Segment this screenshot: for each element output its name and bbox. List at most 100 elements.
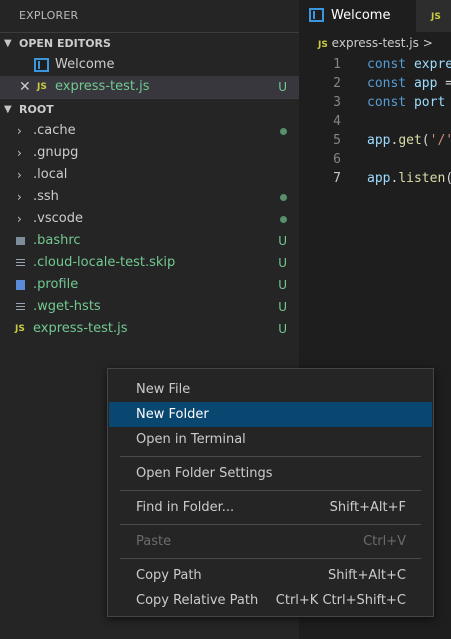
tree-file-cloud-locale-test[interactable]: .cloud-locale-test.skip U [0, 252, 299, 274]
chevron-right-icon: › [17, 168, 22, 182]
git-modified-dot-icon [280, 128, 287, 135]
git-modified-dot-icon [280, 216, 287, 223]
code-text: const port [367, 95, 446, 110]
line-number: 5 [333, 133, 341, 148]
menu-separator [120, 490, 421, 491]
code-line[interactable]: 4 [299, 112, 451, 131]
tree-item-label: .wget-hsts [33, 299, 101, 314]
line-number: 4 [333, 114, 341, 129]
root-folder-header[interactable]: ▼ ROOT [0, 98, 299, 120]
chevron-right-icon: › [17, 146, 22, 160]
menu-item-find-in-folder[interactable]: Find in Folder... Shift+Alt+F [109, 495, 432, 520]
tree-file-wget-hsts[interactable]: .wget-hsts U [0, 296, 299, 318]
root-folder-label: ROOT [19, 103, 54, 116]
breadcrumb-file[interactable]: express-test.js [332, 36, 419, 50]
tree-item-label: .cloud-locale-test.skip [33, 255, 176, 270]
text-file-icon [16, 303, 25, 311]
line-number: 1 [333, 57, 341, 72]
open-editors-label: OPEN EDITORS [19, 37, 111, 50]
menu-item-label: New File [136, 382, 191, 397]
js-icon: JS [318, 40, 328, 50]
code-text: const expre [367, 57, 451, 72]
tab-express-test[interactable]: JS [416, 0, 451, 32]
menu-item-label: Find in Folder... [136, 500, 235, 515]
welcome-icon [309, 8, 324, 22]
git-status-badge: U [278, 234, 287, 248]
code-line[interactable]: 7 app.listen( [299, 169, 451, 188]
line-number: 6 [333, 152, 341, 167]
open-editor-welcome[interactable]: Welcome [0, 54, 299, 76]
tree-file-profile[interactable]: .profile U [0, 274, 299, 296]
code-line[interactable]: 5 app.get('/' [299, 131, 451, 150]
menu-item-label: Open Folder Settings [136, 466, 273, 481]
tree-item-label: .local [33, 167, 68, 182]
code-text: app.listen( [367, 171, 451, 186]
git-status-badge: U [278, 300, 287, 314]
code-text: const app = [367, 76, 451, 91]
menu-item-new-folder[interactable]: New Folder [109, 402, 432, 427]
tree-folder-local[interactable]: › .local [0, 164, 299, 186]
js-icon: JS [431, 12, 441, 22]
context-menu: New File New Folder Open in Terminal Open F… [107, 368, 434, 617]
menu-item-label: Copy Path [136, 568, 202, 583]
git-status-badge: U [278, 256, 287, 270]
code-editor[interactable]: 1 const expre 2 const app = 3 const port 4 5 ap… [299, 54, 451, 188]
menu-item-shortcut: Shift+Alt+F [329, 500, 406, 515]
tree-item-label: .cache [33, 123, 76, 138]
tree-folder-ssh[interactable]: › .ssh [0, 186, 299, 208]
menu-item-open-folder-settings[interactable]: Open Folder Settings [109, 461, 432, 486]
tree-folder-cache[interactable]: › .cache [0, 120, 299, 142]
chevron-right-icon: › [17, 124, 22, 138]
menu-item-open-in-terminal[interactable]: Open in Terminal [109, 427, 432, 452]
open-editor-express-test[interactable]: ✕ JS express-test.js U [0, 76, 299, 98]
tree-item-label: .ssh [33, 189, 59, 204]
js-icon: JS [37, 82, 47, 92]
tab-label: Welcome [331, 8, 391, 23]
tree-file-express-test[interactable]: JS express-test.js U [0, 318, 299, 340]
open-editor-label: express-test.js [55, 79, 150, 94]
chevron-right-icon: › [17, 190, 22, 204]
text-file-icon [16, 259, 25, 267]
tree-file-bashrc[interactable]: .bashrc U [0, 230, 299, 252]
menu-item-label: Open in Terminal [136, 432, 246, 447]
menu-separator [120, 524, 421, 525]
code-text: app.get('/' [367, 133, 451, 148]
close-icon[interactable]: ✕ [19, 76, 31, 98]
menu-item-shortcut: Ctrl+V [363, 534, 406, 549]
menu-item-label: Paste [136, 534, 172, 549]
tree-item-label: .vscode [33, 211, 83, 226]
code-line[interactable]: 6 [299, 150, 451, 169]
menu-separator [120, 456, 421, 457]
git-modified-dot-icon [280, 194, 287, 201]
tree-folder-gnupg[interactable]: › .gnupg [0, 142, 299, 164]
open-editor-label: Welcome [55, 57, 115, 72]
chevron-down-icon: ▼ [4, 104, 12, 115]
file-icon [16, 280, 25, 290]
menu-item-paste: Paste Ctrl+V [109, 529, 432, 554]
editor-tab-bar: Welcome JS [299, 0, 451, 32]
welcome-icon [34, 58, 49, 72]
open-editors-header[interactable]: ▼ OPEN EDITORS [0, 32, 299, 54]
menu-separator [120, 558, 421, 559]
breadcrumb-separator: > [422, 36, 433, 50]
tree-folder-vscode[interactable]: › .vscode [0, 208, 299, 230]
tab-welcome[interactable]: Welcome [299, 0, 416, 32]
menu-item-label: Copy Relative Path [136, 593, 259, 608]
chevron-right-icon: › [17, 212, 22, 226]
menu-item-label: New Folder [136, 407, 209, 422]
tree-item-label: express-test.js [33, 321, 128, 336]
tree-item-label: .gnupg [33, 145, 79, 160]
line-number: 2 [333, 76, 341, 91]
menu-item-copy-relative-path[interactable]: Copy Relative Path Ctrl+K Ctrl+Shift+C [109, 588, 432, 613]
tree-item-label: .profile [33, 277, 79, 292]
code-line[interactable]: 1 const expre [299, 55, 451, 74]
code-line[interactable]: 2 const app = [299, 74, 451, 93]
tree-item-label: .bashrc [33, 233, 81, 248]
menu-item-copy-path[interactable]: Copy Path Shift+Alt+C [109, 563, 432, 588]
code-line[interactable]: 3 const port [299, 93, 451, 112]
js-icon: JS [15, 324, 25, 334]
breadcrumb[interactable]: JS express-test.js > [299, 32, 451, 54]
line-number: 7 [333, 171, 341, 186]
menu-item-new-file[interactable]: New File [109, 377, 432, 402]
menu-item-shortcut: Shift+Alt+C [327, 568, 406, 583]
